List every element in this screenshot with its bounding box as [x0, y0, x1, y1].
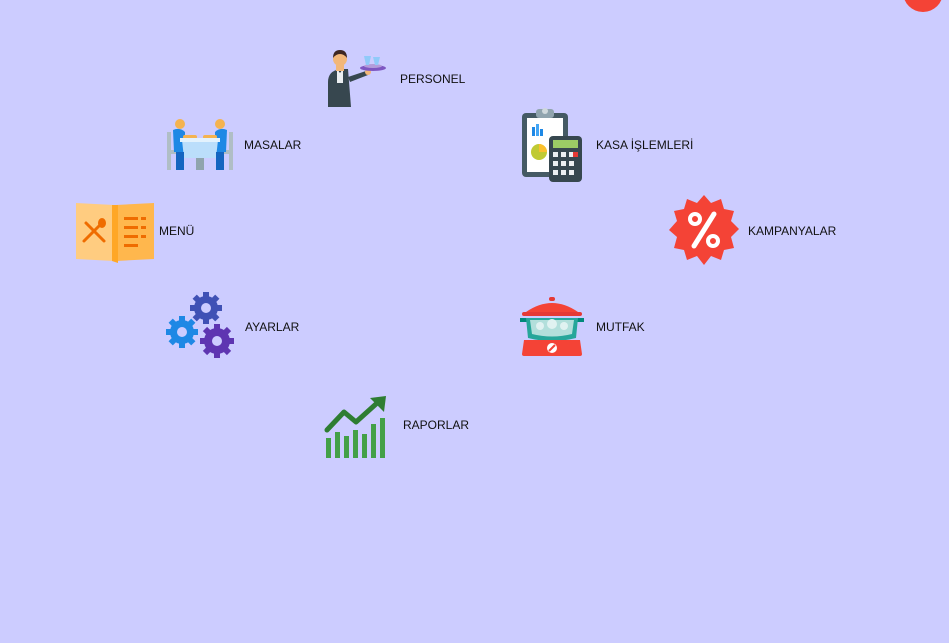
menu-item-menu[interactable]: MENÜ: [74, 201, 204, 263]
menu-book-icon: [76, 203, 154, 263]
menu-item-menu-label: MENÜ: [159, 224, 195, 238]
menu-item-raporlar-label: RAPORLAR: [403, 418, 470, 432]
menu-item-kasa-islemleri-label: KASA İŞLEMLERİ: [596, 138, 694, 152]
menu-item-kasa-islemleri[interactable]: KASA İŞLEMLERİ: [520, 105, 710, 183]
menu-item-masalar-label: MASALAR: [244, 138, 302, 152]
cooking-pot-icon: [520, 297, 584, 356]
menu-item-raporlar[interactable]: RAPORLAR: [324, 396, 474, 460]
waiter-icon: [328, 50, 386, 107]
growth-chart-icon: [324, 396, 386, 458]
menu-item-kampanyalar-label: KAMPANYALAR: [748, 224, 837, 238]
menu-item-kampanyalar[interactable]: KAMPANYALAR: [668, 194, 838, 266]
percent-badge-icon: [669, 195, 739, 265]
close-button[interactable]: [903, 0, 943, 12]
menu-item-ayarlar-label: AYARLAR: [245, 320, 300, 334]
menu-item-mutfak-label: MUTFAK: [596, 320, 645, 334]
calculator-clipboard-icon: [522, 108, 582, 182]
menu-item-personel-label: PERSONEL: [400, 72, 466, 86]
menu-item-personel[interactable]: PERSONEL: [326, 47, 476, 109]
menu-item-mutfak[interactable]: MUTFAK: [520, 296, 660, 358]
dining-table-icon: [167, 119, 233, 170]
gears-icon: [166, 292, 234, 358]
menu-item-masalar[interactable]: MASALAR: [166, 116, 306, 172]
menu-item-ayarlar[interactable]: AYARLAR: [166, 292, 306, 362]
